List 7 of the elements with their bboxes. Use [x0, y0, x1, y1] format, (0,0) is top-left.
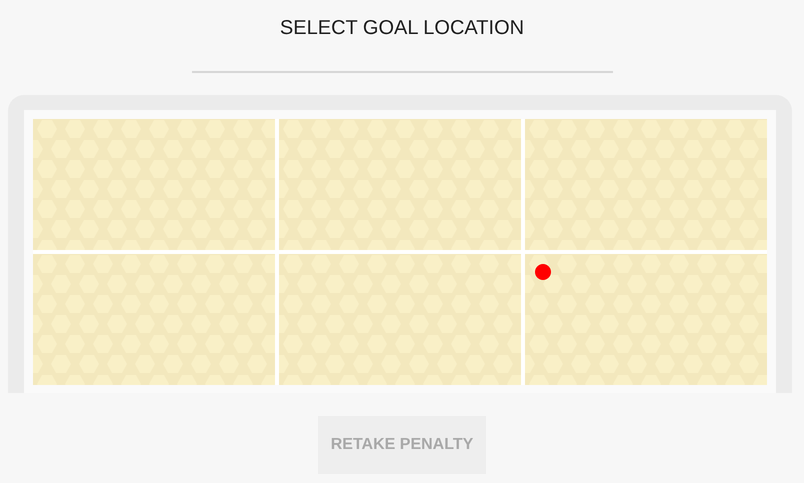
goal-zone[interactable] [33, 119, 275, 250]
goal-zone[interactable] [33, 254, 275, 385]
goal-zone[interactable] [525, 119, 767, 250]
page-title: SELECT GOAL LOCATION [278, 16, 526, 41]
goal-zone[interactable] [279, 254, 521, 385]
goal-zone[interactable] [525, 254, 767, 385]
goal-zone[interactable] [279, 119, 521, 250]
